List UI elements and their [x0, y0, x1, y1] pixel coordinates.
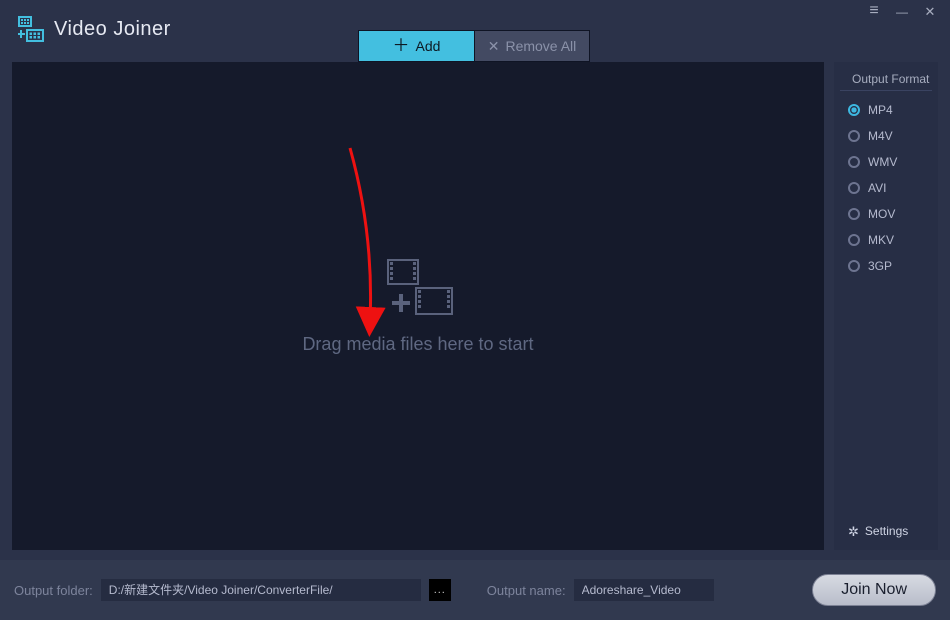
drop-zone-hint: Drag media files here to start: [302, 334, 533, 355]
format-option-avi[interactable]: AVI: [834, 175, 938, 201]
format-option-wmv[interactable]: WMV: [834, 149, 938, 175]
title-bar: Video Joiner ＋ Add ✕ Remove All: [0, 0, 950, 58]
browse-folder-button[interactable]: ...: [429, 579, 451, 601]
output-format-panel: Output Format MP4 M4V WMV AVI MOV MKV 3GP ✲ Se…: [834, 62, 938, 550]
format-label: AVI: [868, 181, 886, 195]
format-label: WMV: [868, 155, 897, 169]
output-format-header: Output Format: [840, 66, 932, 91]
output-folder-label: Output folder:: [14, 583, 93, 598]
close-icon: ✕: [488, 38, 500, 55]
settings-button[interactable]: ✲ Settings: [834, 514, 938, 550]
radio-icon: [848, 130, 860, 142]
format-label: MP4: [868, 103, 893, 117]
app-logo: Video Joiner: [18, 16, 171, 42]
window-controls: [866, 2, 938, 20]
radio-icon: [848, 104, 860, 116]
radio-icon: [848, 260, 860, 272]
join-now-button[interactable]: Join Now: [812, 574, 936, 606]
output-folder-input[interactable]: [101, 579, 421, 601]
plus-icon: ＋: [393, 37, 410, 54]
main-area: Drag media files here to start Output Fo…: [12, 62, 938, 550]
radio-icon: [848, 182, 860, 194]
footer-bar: Output folder: ... Output name: Join Now: [0, 560, 950, 620]
settings-label: Settings: [865, 524, 908, 538]
ellipsis-icon: ...: [434, 584, 446, 596]
remove-all-button[interactable]: ✕ Remove All: [474, 31, 589, 61]
format-label: MOV: [868, 207, 895, 221]
add-button-label: Add: [416, 38, 441, 54]
format-option-mkv[interactable]: MKV: [834, 227, 938, 253]
format-option-mp4[interactable]: MP4: [834, 97, 938, 123]
join-now-label: Join Now: [841, 581, 907, 599]
add-button[interactable]: ＋ Add: [359, 31, 474, 61]
radio-icon: [848, 208, 860, 220]
output-name-input[interactable]: [574, 579, 714, 601]
output-name-label: Output name:: [487, 583, 566, 598]
radio-icon: [848, 156, 860, 168]
remove-all-label: Remove All: [505, 38, 576, 54]
app-title: Video Joiner: [54, 18, 171, 41]
menu-icon[interactable]: [866, 2, 882, 20]
close-window-button[interactable]: [922, 3, 938, 20]
radio-icon: [848, 234, 860, 246]
format-label: M4V: [868, 129, 893, 143]
film-strip-icon: [382, 258, 454, 316]
app-logo-icon: [18, 16, 44, 42]
media-drop-zone[interactable]: Drag media files here to start: [12, 62, 824, 550]
format-option-mov[interactable]: MOV: [834, 201, 938, 227]
minimize-button[interactable]: [894, 3, 910, 19]
format-label: 3GP: [868, 259, 892, 273]
gear-icon: ✲: [848, 525, 859, 538]
format-label: MKV: [868, 233, 894, 247]
toolbar: ＋ Add ✕ Remove All: [358, 30, 590, 62]
format-option-m4v[interactable]: M4V: [834, 123, 938, 149]
format-option-3gp[interactable]: 3GP: [834, 253, 938, 279]
